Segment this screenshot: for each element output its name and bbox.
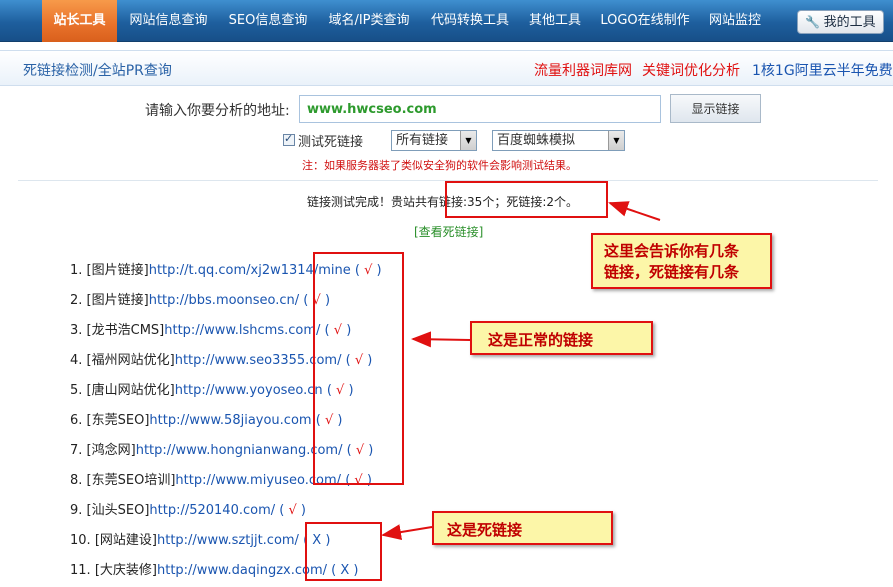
arrow-to-normal-links	[411, 331, 471, 348]
arrow-to-summary	[608, 201, 661, 221]
annotation-arrows	[381, 201, 661, 540]
arrow-to-dead-links	[381, 524, 433, 540]
